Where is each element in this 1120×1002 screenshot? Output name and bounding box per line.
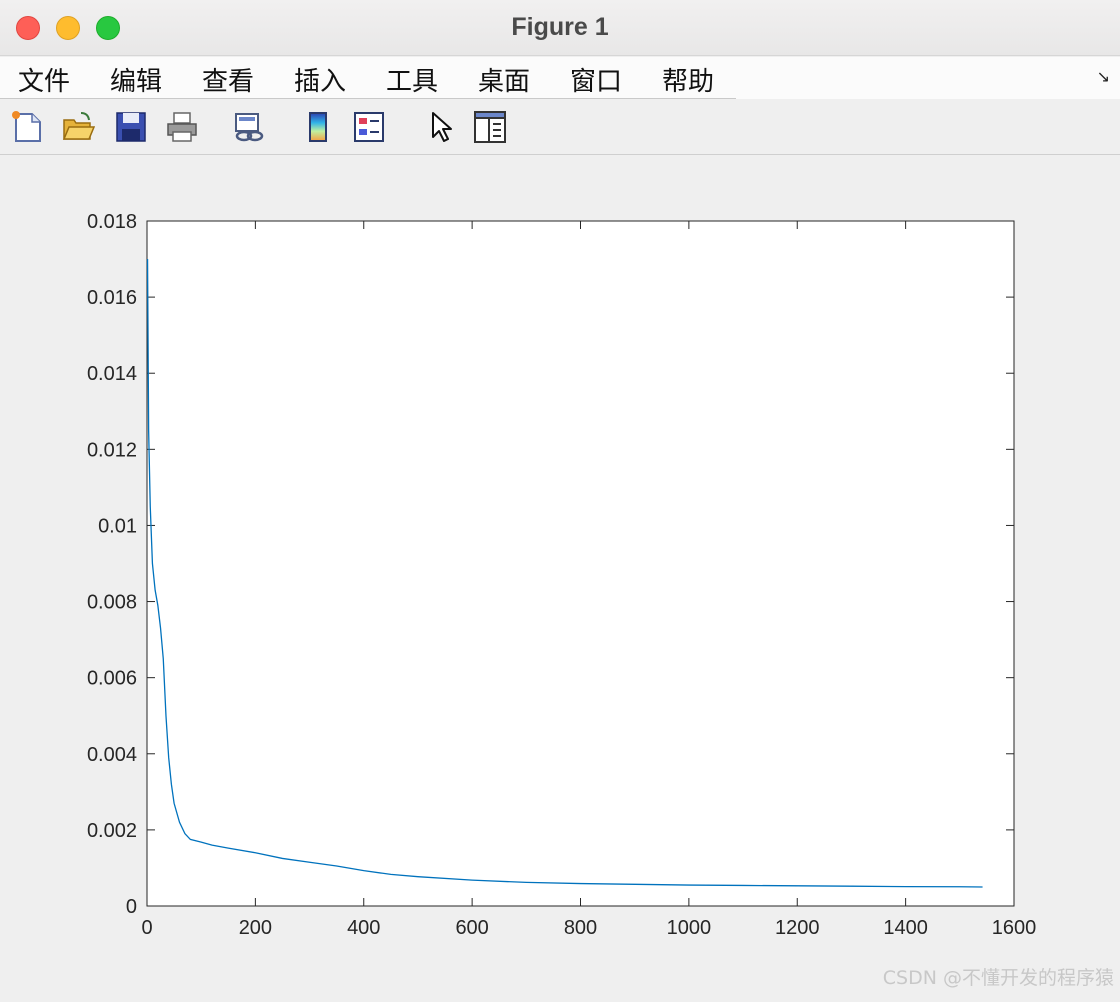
menu-bar-fill (736, 57, 1120, 99)
save-icon[interactable] (114, 110, 148, 144)
y-tick-label: 0.014 (87, 363, 137, 385)
x-tick-label: 200 (239, 917, 272, 939)
watermark: CSDN @不懂开发的程序猿 (882, 967, 1114, 989)
open-file-icon[interactable] (61, 110, 95, 144)
line-chart[interactable]: 0 200 400 600 800 1000 1200 1400 1600 0 0.002 0.00… (0, 156, 1120, 998)
window-titlebar: Figure 1 (0, 0, 1120, 56)
print-icon[interactable] (165, 110, 199, 144)
y-tick-label: 0.006 (87, 668, 137, 690)
y-tick-label: 0.016 (87, 287, 137, 309)
x-tick-label: 1600 (992, 917, 1037, 939)
y-tick-label: 0.01 (98, 515, 137, 537)
window-title: Figure 1 (511, 13, 609, 41)
y-tick-label: 0.018 (87, 211, 137, 233)
x-tick-label: 1400 (883, 917, 928, 939)
menu-tools[interactable]: 工具 (386, 61, 438, 98)
x-tick-labels: 0 200 400 600 800 1000 1200 1400 1600 (141, 917, 1036, 939)
legend-icon[interactable] (352, 110, 386, 144)
menu-bar: 文件 编辑 查看 插入 工具 桌面 窗口 帮助 ↘ (0, 57, 1120, 99)
new-figure-icon[interactable] (10, 110, 44, 144)
dock-arrow-icon[interactable]: ↘ (1097, 67, 1110, 86)
x-tick-label: 1200 (775, 917, 820, 939)
figure-canvas: 0 200 400 600 800 1000 1200 1400 1600 0 0.002 0.00… (0, 156, 1120, 998)
y-tick-label: 0.004 (87, 744, 137, 766)
menu-window[interactable]: 窗口 (570, 61, 622, 98)
y-tick-label: 0 (126, 896, 137, 918)
y-tick-label: 0.008 (87, 592, 137, 614)
menu-desktop[interactable]: 桌面 (478, 61, 530, 98)
x-tick-label: 400 (347, 917, 380, 939)
menu-view[interactable]: 查看 (202, 61, 254, 98)
menu-edit[interactable]: 编辑 (110, 61, 162, 98)
x-tick-label: 1000 (667, 917, 712, 939)
menu-help[interactable]: 帮助 (662, 61, 714, 98)
menu-file[interactable]: 文件 (18, 61, 70, 98)
link-plot-icon[interactable] (232, 110, 266, 144)
figure-toolbar (0, 100, 1120, 155)
x-tick-label: 600 (455, 917, 488, 939)
menu-insert[interactable]: 插入 (294, 61, 346, 98)
property-inspector-icon[interactable] (473, 110, 507, 144)
y-tick-labels: 0 0.002 0.004 0.006 0.008 0.01 0.012 0.014 0.016… (87, 211, 137, 918)
colorbar-icon[interactable] (301, 110, 335, 144)
axes-box (146, 220, 1015, 907)
y-tick-label: 0.002 (87, 820, 137, 842)
y-tick-label: 0.012 (87, 439, 137, 461)
x-tick-label: 0 (141, 917, 152, 939)
pointer-icon[interactable] (424, 110, 458, 144)
x-tick-label: 800 (564, 917, 597, 939)
